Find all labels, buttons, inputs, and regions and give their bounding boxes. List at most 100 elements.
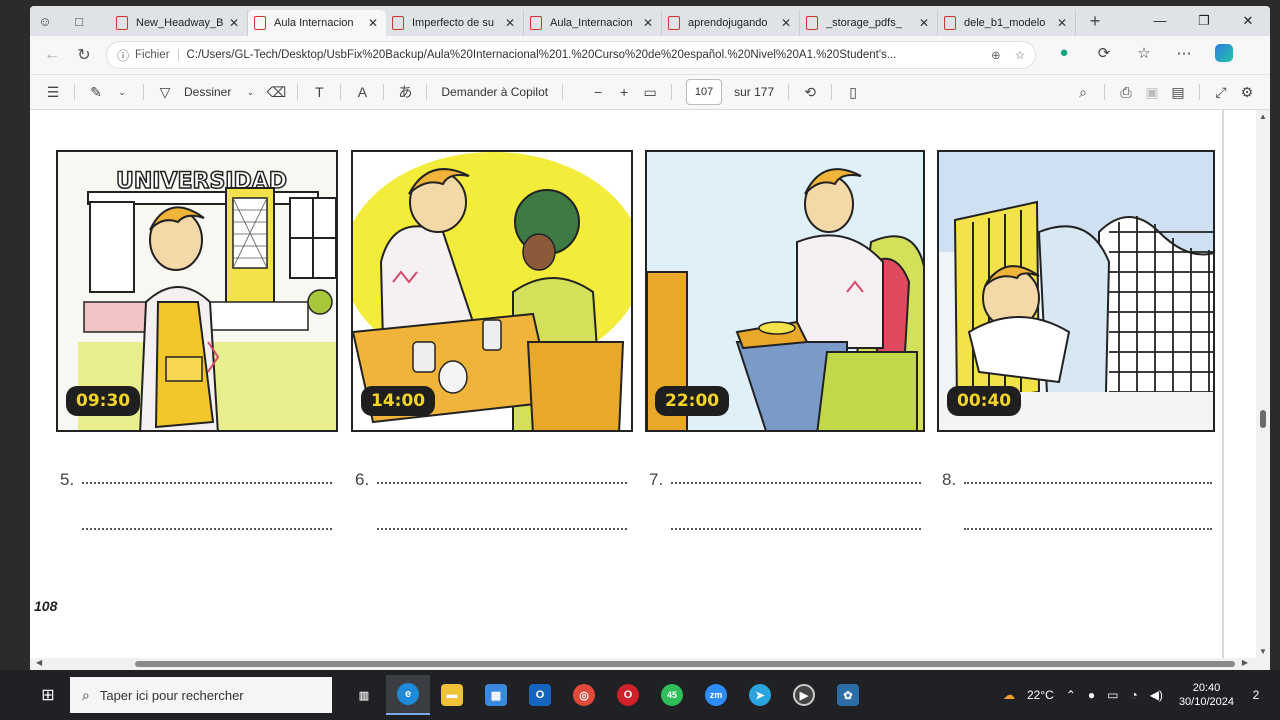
fullscreen-icon[interactable]: ⤢	[1208, 84, 1234, 101]
wifi-icon[interactable]: ◔	[1130, 688, 1137, 702]
minimize-icon[interactable]: —	[1138, 13, 1182, 29]
chevron-down-icon[interactable]: ⌄	[237, 87, 263, 98]
scrollbar-thumb[interactable]	[135, 661, 1235, 667]
scroll-down-icon[interactable]: ▼	[1259, 647, 1267, 656]
pdf-icon	[254, 16, 266, 30]
save-icon[interactable]: ▣	[1139, 84, 1165, 101]
browser-window: ☺ □ New_Headway_B ✕ Aula Internacion ✕ Imp…	[30, 6, 1270, 670]
opera-icon[interactable]: O	[606, 675, 650, 715]
tab-aula-internacional[interactable]: Aula Internacion ✕	[248, 10, 386, 36]
scrollbar-thumb[interactable]	[1260, 410, 1266, 428]
page-number-input[interactable]: 107	[686, 79, 723, 105]
vertical-scrollbar[interactable]: ▲ ▼	[1256, 110, 1270, 658]
outlook-icon[interactable]: O	[518, 675, 562, 715]
task-view-icon[interactable]: ▥	[342, 675, 386, 715]
tab-dele-b1[interactable]: dele_b1_modelo ✕	[938, 10, 1076, 36]
refresh-icon[interactable]: ↻	[68, 45, 100, 65]
weather-icon[interactable]: ☁	[1003, 688, 1015, 702]
rotate-icon[interactable]: ⟲	[797, 84, 823, 101]
page-view-icon[interactable]: ▯	[840, 84, 866, 101]
extension-icon[interactable]: ●	[1046, 44, 1082, 66]
scroll-up-icon[interactable]: ▲	[1259, 112, 1267, 121]
microphone-icon[interactable]: ●	[1088, 688, 1095, 702]
close-window-icon[interactable]: ✕	[1226, 13, 1270, 29]
ask-copilot-button[interactable]: Demander à Copilot	[441, 85, 548, 99]
edge-icon[interactable]: e	[386, 675, 430, 715]
close-tab-icon[interactable]: ✕	[779, 16, 793, 30]
save-as-icon[interactable]: ▤	[1165, 84, 1191, 101]
highlight-icon[interactable]: ✎	[83, 84, 109, 101]
info-icon[interactable]: ⓘ	[117, 47, 129, 64]
zoom-icon[interactable]: ⊕	[991, 48, 1001, 62]
print-icon[interactable]: ⎙	[1113, 84, 1139, 101]
tab-bar: ☺ □ New_Headway_B ✕ Aula Internacion ✕ Imp…	[30, 6, 1270, 36]
draw-button[interactable]: Dessiner	[184, 85, 231, 99]
clock[interactable]: 20:40 30/10/2024	[1179, 681, 1234, 709]
close-tab-icon[interactable]: ✕	[1055, 16, 1069, 30]
telegram-icon[interactable]: ➤	[738, 675, 782, 715]
battery-icon[interactable]: ▭	[1107, 688, 1118, 702]
copilot-icon[interactable]	[1206, 44, 1242, 66]
store-icon[interactable]: ▦	[474, 675, 518, 715]
answer-line[interactable]	[82, 482, 332, 484]
notifications-icon[interactable]: 2	[1242, 688, 1270, 702]
tab-aprendojugando[interactable]: aprendojugando ✕	[662, 10, 800, 36]
chrome-icon[interactable]: ◎	[562, 675, 606, 715]
close-tab-icon[interactable]: ✕	[366, 16, 380, 30]
media-player-icon[interactable]: ▶	[782, 675, 826, 715]
windows-start-icon[interactable]: ⊞	[28, 685, 68, 705]
taskbar: ⊞ ⌕ Taper ici pour rechercher ▥ e ▬ ▦ O …	[0, 670, 1280, 720]
tab-imperfecto[interactable]: Imperfecto de su ✕	[386, 10, 524, 36]
answer-line[interactable]	[377, 528, 627, 530]
scroll-right-icon[interactable]: ▶	[1242, 658, 1248, 667]
eraser-icon[interactable]: ⌫	[263, 84, 289, 101]
taskbar-search[interactable]: ⌕ Taper ici pour rechercher	[70, 677, 332, 713]
close-tab-icon[interactable]: ✕	[917, 16, 931, 30]
tab-new-headway[interactable]: New_Headway_B ✕	[110, 10, 248, 36]
answer-line[interactable]	[377, 482, 627, 484]
scroll-left-icon[interactable]: ◀	[36, 658, 42, 667]
zoom-out-icon[interactable]: −	[585, 84, 611, 100]
tray-chevron-icon[interactable]: ⌃	[1066, 688, 1076, 702]
url-field[interactable]: ⓘ Fichier C:/Users/GL-Tech/Desktop/UsbFi…	[106, 41, 1036, 69]
scheme-label: Fichier	[135, 49, 179, 61]
close-tab-icon[interactable]: ✕	[503, 16, 517, 30]
translate-icon[interactable]: あ	[392, 82, 418, 102]
answer-line[interactable]	[671, 528, 921, 530]
app-icon[interactable]: ✿	[826, 675, 870, 715]
answer-line[interactable]	[964, 528, 1212, 530]
favorite-star-icon[interactable]: ☆	[1015, 48, 1025, 62]
horizontal-scrollbar[interactable]: ◀ ▶	[30, 658, 1270, 670]
close-tab-icon[interactable]: ✕	[227, 16, 241, 30]
favorites-icon[interactable]: ☆	[1126, 44, 1162, 66]
weather-temp[interactable]: 22°C	[1027, 688, 1054, 702]
browser-essentials-icon[interactable]: ⟳	[1086, 44, 1122, 66]
new-tab-button[interactable]: +	[1082, 11, 1108, 32]
tab-storage-pdfs[interactable]: _storage_pdfs_ ✕	[800, 10, 938, 36]
profile-icon[interactable]: ☺	[36, 14, 54, 29]
volume-icon[interactable]: ◀)	[1150, 688, 1163, 702]
back-icon[interactable]: ←	[36, 46, 68, 64]
more-menu-icon[interactable]: ⋯	[1166, 44, 1202, 66]
draw-icon[interactable]: ▽	[152, 84, 178, 101]
file-explorer-icon[interactable]: ▬	[430, 675, 474, 715]
clock-time: 20:40	[1192, 682, 1221, 694]
whatsapp-icon[interactable]: 45	[650, 675, 694, 715]
answer-line[interactable]	[82, 528, 332, 530]
restore-icon[interactable]: ❐	[1182, 13, 1226, 29]
answer-line[interactable]	[964, 482, 1212, 484]
search-icon[interactable]: ⌕	[1070, 84, 1096, 101]
zoom-app-icon[interactable]: zm	[694, 675, 738, 715]
text-box-icon[interactable]: T	[306, 84, 332, 100]
chevron-down-icon[interactable]: ⌄	[109, 87, 135, 98]
zoom-in-icon[interactable]: +	[611, 84, 637, 100]
fit-page-icon[interactable]: ▭	[637, 84, 663, 101]
workspaces-icon[interactable]: □	[70, 14, 88, 29]
close-tab-icon[interactable]: ✕	[641, 16, 655, 30]
url-text[interactable]: C:/Users/GL-Tech/Desktop/UsbFix%20Backup…	[187, 49, 978, 61]
answer-line[interactable]	[671, 482, 921, 484]
tab-aula-internacional-2[interactable]: Aula_Internacion ✕	[524, 10, 662, 36]
read-aloud-icon[interactable]: A	[349, 84, 375, 100]
settings-gear-icon[interactable]: ⚙	[1234, 84, 1260, 101]
contents-icon[interactable]: ☰	[40, 84, 66, 101]
